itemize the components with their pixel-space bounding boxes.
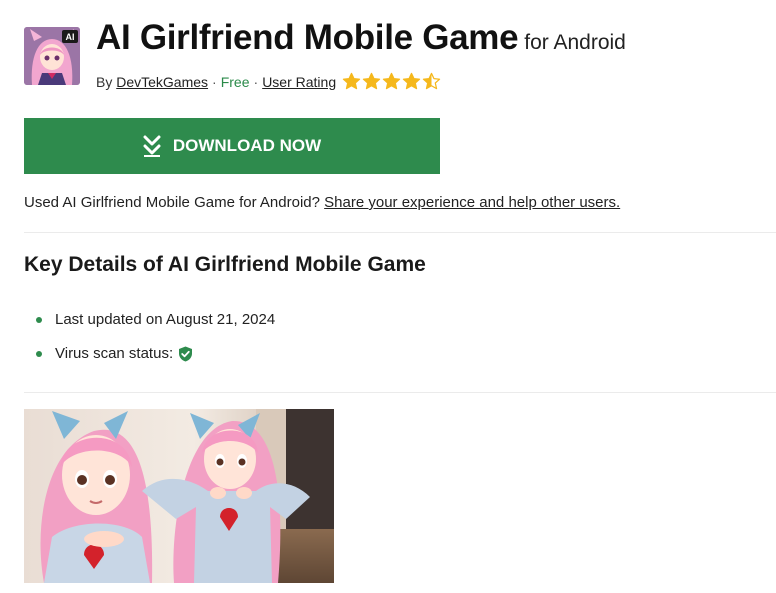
by-prefix: By [96, 73, 113, 90]
developer-link[interactable]: DevTekGames [116, 74, 208, 90]
list-item: Last updated on August 21, 2024 [24, 310, 275, 330]
meta-row: By DevTekGames · Free · User Rating [96, 72, 441, 91]
double-chevron-down-icon [143, 135, 161, 157]
platform-label: for Android [524, 31, 626, 54]
star-half-icon [422, 72, 441, 90]
app-icon: AI [24, 27, 80, 85]
feedback-row: Used AI Girlfriend Mobile Game for Andro… [24, 194, 620, 211]
star-full-icon [342, 72, 361, 90]
icon-badge-text: AI [66, 32, 75, 42]
star-full-icon [402, 72, 421, 90]
key-details-heading: Key Details of AI Girlfriend Mobile Game [24, 253, 426, 276]
separator: · [212, 73, 217, 90]
bullet-icon [36, 317, 42, 323]
game-screenshot[interactable] [24, 409, 334, 583]
divider [24, 232, 776, 233]
user-rating-link[interactable]: User Rating [262, 74, 336, 90]
bullet-icon [36, 351, 42, 357]
download-now-label: DOWNLOAD NOW [172, 136, 322, 155]
list-item: Virus scan status: [24, 344, 275, 364]
star-full-icon [362, 72, 381, 90]
last-updated-text: Last updated on August 21, 2024 [55, 311, 276, 328]
virus-scan-text: Virus scan status: [55, 345, 174, 362]
star-full-icon [382, 72, 401, 90]
app-title: AI Girlfriend Mobile Game [96, 18, 519, 57]
separator: · [253, 73, 259, 90]
rating-stars [342, 72, 441, 91]
price-label: Free [220, 73, 250, 90]
title-row: AI Girlfriend Mobile Game for Android [96, 18, 626, 58]
share-experience-link[interactable]: Share your experience and help other use… [324, 194, 620, 211]
feedback-prompt: Used AI Girlfriend Mobile Game for Andro… [24, 194, 320, 211]
shield-check-icon [179, 346, 193, 362]
key-details-list: Last updated on August 21, 2024 Virus sc… [24, 310, 275, 378]
divider [24, 392, 776, 393]
download-now-button[interactable]: DOWNLOAD NOW [24, 118, 440, 174]
